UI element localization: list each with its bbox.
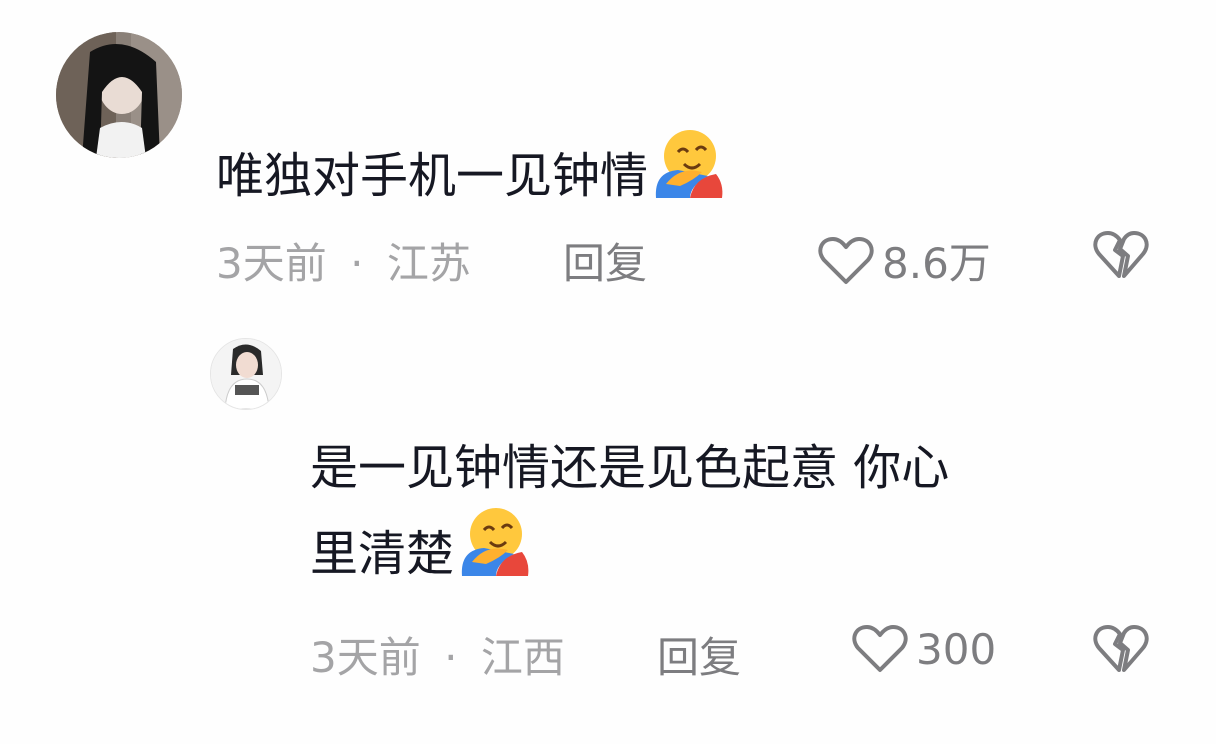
avatar[interactable]: [56, 32, 182, 158]
meta-separator: ·: [444, 633, 458, 682]
comment-location: 江西: [480, 633, 565, 682]
reply-button[interactable]: 回复: [657, 624, 741, 685]
comment-meta: 3天前 · 江西: [310, 624, 565, 685]
comment-text: 是一见钟情还是见色起意 你心 里清楚: [310, 432, 1190, 596]
hugging-face-emoji-icon: [650, 126, 724, 218]
meta-separator: ·: [350, 239, 364, 288]
avatar[interactable]: [210, 338, 282, 410]
broken-heart-icon: [1093, 625, 1149, 672]
comment-time: 3天前: [310, 633, 421, 682]
like-button[interactable]: 8.6万: [818, 230, 991, 291]
dislike-button[interactable]: [1093, 624, 1149, 678]
heart-outline-icon: [818, 236, 874, 284]
hugging-face-emoji-icon: [456, 504, 530, 596]
comment-time: 3天前: [216, 239, 327, 288]
heart-outline-icon: [852, 625, 908, 672]
broken-heart-icon: [1093, 231, 1149, 278]
comment-meta: 3天前 · 江苏: [216, 230, 471, 291]
reply-button[interactable]: 回复: [563, 230, 647, 291]
comment-text: 唯独对手机一见钟情: [216, 126, 724, 218]
like-count: 300: [916, 624, 997, 674]
dislike-button[interactable]: [1093, 230, 1149, 284]
comment-body-line: 是一见钟情还是见色起意 你心: [310, 440, 950, 496]
like-button[interactable]: 300: [852, 624, 996, 674]
comment-body-line: 里清楚: [310, 526, 455, 582]
like-count: 8.6万: [882, 239, 991, 288]
comment-body: 唯独对手机一见钟情: [216, 148, 649, 204]
comment-location: 江苏: [386, 239, 471, 288]
